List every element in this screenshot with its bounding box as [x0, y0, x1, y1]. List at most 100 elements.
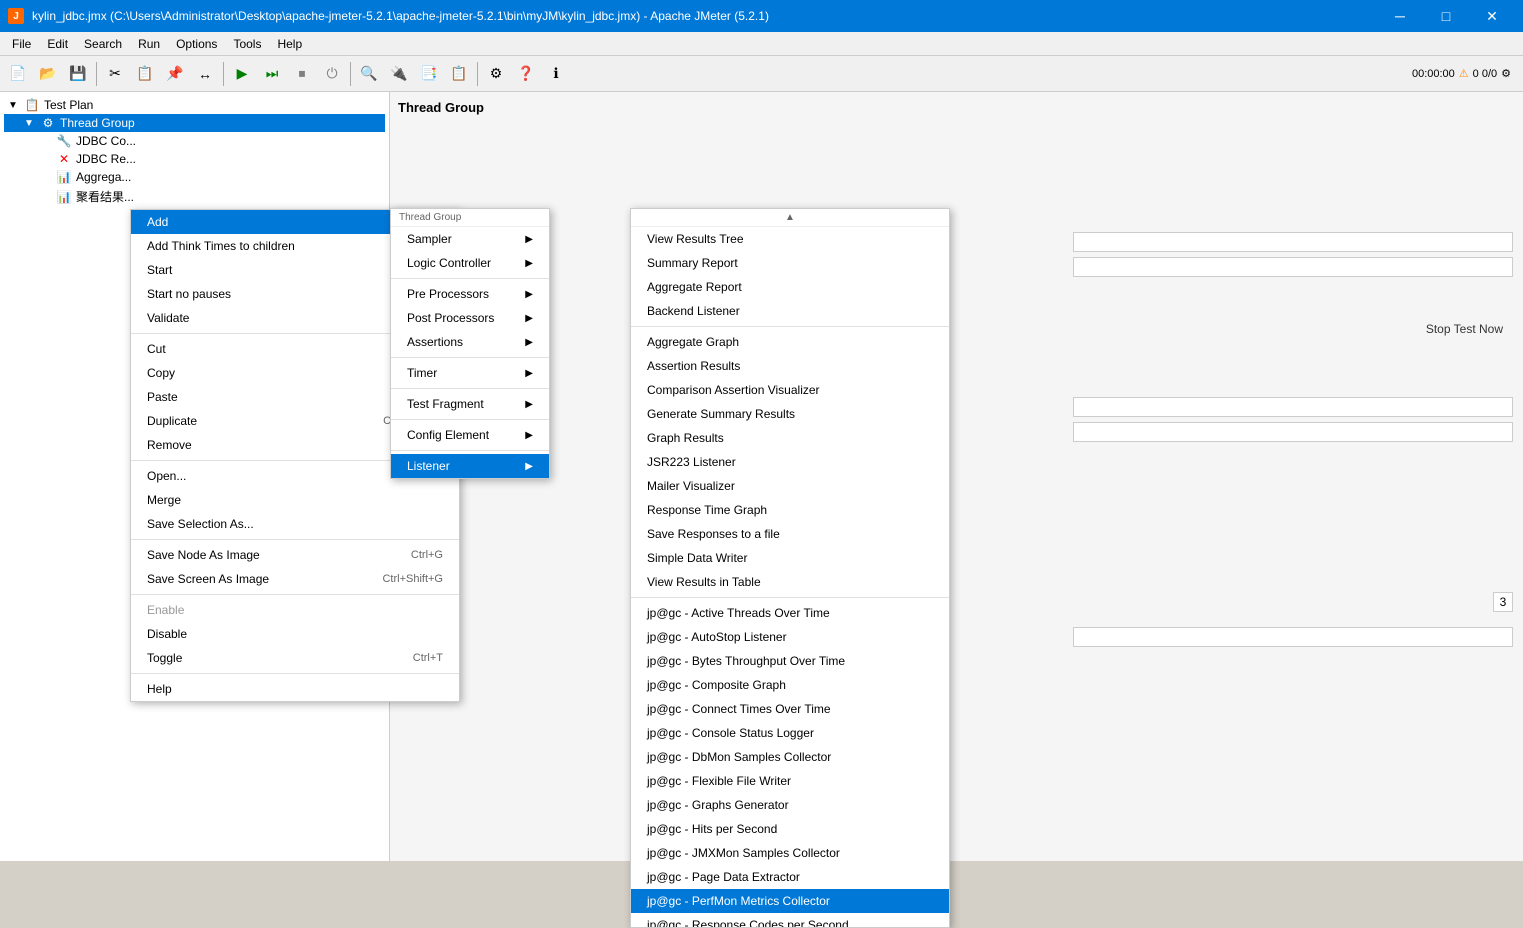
cm-toggle[interactable]: Toggle Ctrl+T [131, 646, 459, 670]
cm3-response-codes[interactable]: jp@gc - Response Codes per Second [631, 913, 949, 928]
open-button[interactable]: 📂 [34, 60, 62, 88]
cm-save-selection[interactable]: Save Selection As... [131, 512, 459, 536]
menu-run[interactable]: Run [130, 32, 168, 56]
cm3-graph-results[interactable]: Graph Results [631, 426, 949, 450]
cm-open-label: Open... [147, 469, 186, 483]
menu-search[interactable]: Search [76, 32, 130, 56]
cm3-hits-per-second[interactable]: jp@gc - Hits per Second [631, 817, 949, 841]
cm3-jsr223-listener[interactable]: JSR223 Listener [631, 450, 949, 474]
cm3-generate-summary[interactable]: Generate Summary Results [631, 402, 949, 426]
cm3-bytes-throughput[interactable]: jp@gc - Bytes Throughput Over Time [631, 649, 949, 673]
cm3-save-responses[interactable]: Save Responses to a file [631, 522, 949, 546]
cm2-sampler[interactable]: Sampler ▶ [391, 227, 549, 251]
stop-button[interactable]: ⏹ [288, 60, 316, 88]
cm3-comparison-assertion[interactable]: Comparison Assertion Visualizer [631, 378, 949, 402]
window-controls[interactable]: ─ □ ✕ [1377, 0, 1515, 32]
thread-input-4[interactable] [1073, 422, 1513, 442]
info-button[interactable]: ℹ [542, 60, 570, 88]
cm3-aggregate-report[interactable]: Aggregate Report [631, 275, 949, 299]
minimize-button[interactable]: ─ [1377, 0, 1423, 32]
menu-tools[interactable]: Tools [225, 32, 269, 56]
cm3-assertion-results[interactable]: Assertion Results [631, 354, 949, 378]
cm3-mailer-visualizer-label: Mailer Visualizer [647, 479, 735, 493]
menu-file[interactable]: File [4, 32, 39, 56]
cm3-page-data-extractor[interactable]: jp@gc - Page Data Extractor [631, 865, 949, 889]
cm3-dbmon-samples[interactable]: jp@gc - DbMon Samples Collector [631, 745, 949, 769]
log-button[interactable]: 📋 [445, 60, 473, 88]
thread-input-5[interactable]: 3 [1493, 592, 1513, 612]
new-button[interactable]: 📄 [4, 60, 32, 88]
cm3-console-status[interactable]: jp@gc - Console Status Logger [631, 721, 949, 745]
save-button[interactable]: 💾 [64, 60, 92, 88]
cm-help[interactable]: Help [131, 677, 459, 701]
cm3-composite-graph[interactable]: jp@gc - Composite Graph [631, 673, 949, 697]
maximize-button[interactable]: □ [1423, 0, 1469, 32]
tree-item-aggregate[interactable]: 📊 Aggrega... [4, 168, 385, 186]
cm3-simple-data-writer[interactable]: Simple Data Writer [631, 546, 949, 570]
tree-item-thread-group[interactable]: ▼ ⚙ Thread Group [4, 114, 385, 132]
menu-help[interactable]: Help [269, 32, 310, 56]
cm3-summary-report[interactable]: Summary Report [631, 251, 949, 275]
cm2-sampler-arrow: ▶ [525, 234, 533, 245]
cm3-view-results-table[interactable]: View Results in Table [631, 570, 949, 594]
cm2-post-processors-arrow: ▶ [525, 313, 533, 324]
shutdown-button[interactable]: ⏻ [318, 60, 346, 88]
cm2-sampler-label: Sampler [407, 232, 452, 246]
cm2-post-processors[interactable]: Post Processors ▶ [391, 306, 549, 330]
cm3-graphs-generator[interactable]: jp@gc - Graphs Generator [631, 793, 949, 817]
cm3-triangle: ▲ [631, 209, 949, 227]
tree-item-jdbc-re[interactable]: ✕ JDBC Re... [4, 150, 385, 168]
cm3-page-data-extractor-label: jp@gc - Page Data Extractor [647, 870, 800, 884]
tree-item-test-plan[interactable]: ▼ 📋 Test Plan [4, 96, 385, 114]
cm3-perfmon[interactable]: jp@gc - PerfMon Metrics Collector [631, 889, 949, 913]
cm-disable[interactable]: Disable [131, 622, 459, 646]
thread-input-3[interactable] [1073, 397, 1513, 417]
cm3-aggregate-graph[interactable]: Aggregate Graph [631, 330, 949, 354]
cm2-test-fragment[interactable]: Test Fragment ▶ [391, 392, 549, 416]
run-no-pause-button[interactable]: ⏭ [258, 60, 286, 88]
tree-item-view-results[interactable]: 📊 聚看结果... [4, 186, 385, 207]
close-button[interactable]: ✕ [1469, 0, 1515, 32]
cm2-config-element[interactable]: Config Element ▶ [391, 423, 549, 447]
paste-button[interactable]: 📌 [161, 60, 189, 88]
cm-save-screen-image[interactable]: Save Screen As Image Ctrl+Shift+G [131, 567, 459, 591]
thread-input-2[interactable] [1073, 257, 1513, 277]
function-button[interactable]: ⚙ [482, 60, 510, 88]
cm3-flexible-file[interactable]: jp@gc - Flexible File Writer [631, 769, 949, 793]
thread-input-1[interactable] [1073, 232, 1513, 252]
stop-test-btn[interactable]: Stop Test Now [1426, 322, 1503, 336]
cut-button[interactable]: ✂ [101, 60, 129, 88]
tree-item-jdbc-co[interactable]: 🔧 JDBC Co... [4, 132, 385, 150]
cm2-test-fragment-arrow: ▶ [525, 399, 533, 410]
cm2-logic-controller[interactable]: Logic Controller ▶ [391, 251, 549, 275]
cm2-timer[interactable]: Timer ▶ [391, 361, 549, 385]
remote-start-button[interactable]: 🔍 [355, 60, 383, 88]
cm3-autostop[interactable]: jp@gc - AutoStop Listener [631, 625, 949, 649]
cm2-assertions[interactable]: Assertions ▶ [391, 330, 549, 354]
cm3-response-time-graph[interactable]: Response Time Graph [631, 498, 949, 522]
copy-button[interactable]: 📋 [131, 60, 159, 88]
cm3-mailer-visualizer[interactable]: Mailer Visualizer [631, 474, 949, 498]
remote-stop-button[interactable]: 🔌 [385, 60, 413, 88]
menu-edit[interactable]: Edit [39, 32, 76, 56]
cm-save-node-image-shortcut: Ctrl+G [411, 549, 443, 561]
cm-save-node-image[interactable]: Save Node As Image Ctrl+G [131, 543, 459, 567]
cm3-jmxmon-samples[interactable]: jp@gc - JMXMon Samples Collector [631, 841, 949, 865]
cm3-backend-listener[interactable]: Backend Listener [631, 299, 949, 323]
cm2-listener[interactable]: Listener ▶ [391, 454, 549, 478]
expand-button[interactable]: ↔ [191, 60, 219, 88]
cm3-active-threads[interactable]: jp@gc - Active Threads Over Time [631, 601, 949, 625]
run-button[interactable]: ▶ [228, 60, 256, 88]
template-button[interactable]: 📑 [415, 60, 443, 88]
tree-label-thread-group: Thread Group [60, 116, 135, 130]
cm3-view-results-tree[interactable]: View Results Tree [631, 227, 949, 251]
thread-input-6[interactable] [1073, 627, 1513, 647]
main-area: ▼ 📋 Test Plan ▼ ⚙ Thread Group 🔧 JDBC Co… [0, 92, 1523, 861]
cm3-connect-times[interactable]: jp@gc - Connect Times Over Time [631, 697, 949, 721]
cm3-generate-summary-label: Generate Summary Results [647, 407, 795, 421]
help2-button[interactable]: ❓ [512, 60, 540, 88]
cm2-pre-processors[interactable]: Pre Processors ▶ [391, 282, 549, 306]
cm-merge[interactable]: Merge [131, 488, 459, 512]
menu-options[interactable]: Options [168, 32, 225, 56]
settings-icon[interactable]: ⚙ [1501, 67, 1511, 80]
